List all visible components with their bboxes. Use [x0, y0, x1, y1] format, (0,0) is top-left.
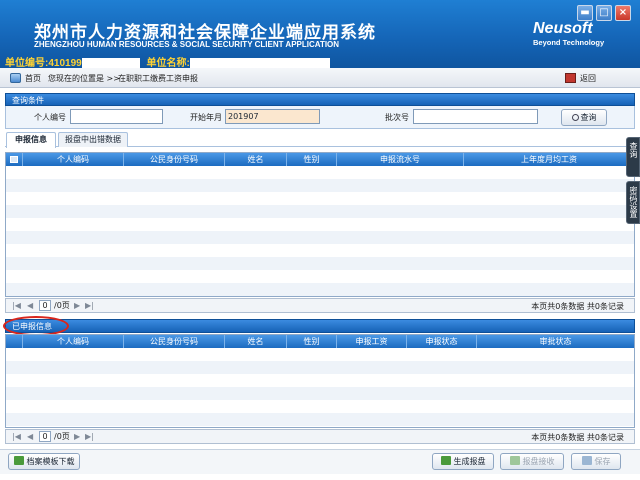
app-header: 郑州市人力资源和社会保障企业端应用系统 ZHENGZHOU HUMAN RESO…: [0, 0, 640, 69]
back-link[interactable]: 返回: [580, 73, 596, 84]
column-header[interactable]: 审批状态: [477, 335, 634, 348]
receive-icon: [509, 456, 520, 465]
column-header[interactable]: 公民身份号码: [124, 153, 225, 166]
home-link[interactable]: 首页: [25, 73, 41, 84]
generate-icon: [440, 456, 451, 465]
start-month-input[interactable]: 201907: [225, 109, 320, 124]
submitted-grid-header: 个人编码 公民身份号码 姓名 性别 申报工资 申报状态 审批状态: [6, 335, 634, 348]
select-all-column[interactable]: [6, 335, 23, 348]
save-button[interactable]: 保存: [571, 453, 621, 470]
person-id-input[interactable]: [70, 109, 163, 124]
table-row: [6, 205, 634, 218]
generate-disk-button[interactable]: 生成报盘: [432, 453, 494, 470]
side-tab-query-label: 查询: [629, 142, 638, 158]
next-page-icon[interactable]: ▶: [74, 301, 80, 311]
person-id-label: 个人编号: [34, 113, 66, 122]
first-page-icon[interactable]: |◀: [12, 301, 21, 311]
column-header[interactable]: 申报工资: [337, 335, 407, 348]
declare-grid: 个人编码 公民身份号码 姓名 性别 申报流水号 上年度月均工资: [5, 152, 635, 297]
next-page-icon[interactable]: ▶: [74, 432, 80, 442]
tab-bar: 申报信息 报盘中出错数据: [5, 131, 635, 148]
side-tab-password-label: 密码设置: [629, 186, 638, 218]
column-header[interactable]: 个人编码: [23, 153, 124, 166]
last-page-icon[interactable]: ▶|: [85, 301, 94, 311]
template-download-button[interactable]: 档案模板下载: [8, 453, 80, 470]
column-header[interactable]: 性别: [287, 335, 337, 348]
search-button[interactable]: 查询: [561, 109, 607, 126]
prev-page-icon[interactable]: ◀: [27, 301, 33, 311]
unit-info: 单位编号:410199 单位名称:: [5, 54, 330, 69]
column-header[interactable]: 申报流水号: [337, 153, 464, 166]
pager-summary: 本页共0条数据 共0条记录: [531, 302, 624, 311]
side-tab-password[interactable]: 密码设置: [626, 181, 640, 224]
declare-grid-header: 个人编码 公民身份号码 姓名 性别 申报流水号 上年度月均工资: [6, 153, 634, 166]
minimize-button[interactable]: ▬: [577, 5, 593, 21]
table-row: [6, 166, 634, 179]
disk-receive-button[interactable]: 报盘接收: [500, 453, 564, 470]
table-row: [6, 361, 634, 374]
home-icon[interactable]: [10, 73, 21, 83]
current-location: 在职职工缴费工资申报: [118, 74, 198, 83]
close-button[interactable]: ×: [615, 5, 631, 21]
table-row: [6, 400, 634, 413]
query-section-header: 查询条件: [5, 93, 635, 106]
pager-summary: 本页共0条数据 共0条记录: [531, 433, 624, 442]
first-page-icon[interactable]: |◀: [12, 432, 21, 442]
template-download-label: 档案模板下载: [26, 457, 75, 466]
declare-pager: |◀ ◀ 0 /0页 ▶ ▶| 本页共0条数据 共0条记录: [5, 298, 635, 313]
batch-input[interactable]: [413, 109, 538, 124]
select-all-column[interactable]: [6, 153, 23, 166]
table-row: [6, 192, 634, 205]
highlight-ellipse: [3, 316, 69, 336]
table-row: [6, 283, 634, 296]
back-icon[interactable]: [565, 73, 576, 83]
column-header[interactable]: 姓名: [225, 153, 287, 166]
brand-logo: Neusoft: [533, 20, 593, 37]
column-header[interactable]: 性别: [287, 153, 337, 166]
submitted-section-header: 已申报信息: [5, 319, 635, 333]
column-header[interactable]: 申报状态: [407, 335, 477, 348]
submitted-grid: 个人编码 公民身份号码 姓名 性别 申报工资 申报状态 审批状态: [5, 334, 635, 428]
table-row: [6, 270, 634, 283]
app-subtitle: ZHENGZHOU HUMAN RESOURCES & SOCIAL SECUR…: [34, 40, 340, 49]
table-row: [6, 387, 634, 400]
download-icon: [13, 456, 24, 465]
batch-label: 批次号: [385, 113, 409, 122]
generate-disk-label: 生成报盘: [453, 457, 486, 466]
last-page-icon[interactable]: ▶|: [85, 432, 94, 442]
search-icon: [571, 114, 579, 121]
tab-declare-info[interactable]: 申报信息: [6, 132, 56, 148]
page-number-input[interactable]: 0: [39, 431, 51, 442]
table-row: [6, 231, 634, 244]
maximize-button[interactable]: □: [596, 5, 612, 21]
location-label: 您现在的位置是 >>: [48, 74, 120, 83]
submitted-pager: |◀ ◀ 0 /0页 ▶ ▶| 本页共0条数据 共0条记录: [5, 429, 635, 444]
breadcrumb: 首页 您现在的位置是 >> 在职职工缴费工资申报 返回: [0, 68, 640, 88]
table-row: [6, 348, 634, 361]
tab-disk-errors[interactable]: 报盘中出错数据: [58, 132, 128, 147]
table-row: [6, 244, 634, 257]
prev-page-icon[interactable]: ◀: [27, 432, 33, 442]
column-header[interactable]: 上年度月均工资: [464, 153, 634, 166]
table-row: [6, 218, 634, 231]
total-pages-label: /0页: [54, 432, 70, 441]
column-header[interactable]: 个人编码: [23, 335, 124, 348]
column-header[interactable]: 姓名: [225, 335, 287, 348]
total-pages-label: /0页: [54, 301, 70, 310]
page-number-input[interactable]: 0: [39, 300, 51, 311]
side-tab-query[interactable]: 查询: [626, 137, 640, 177]
start-month-label: 开始年月: [190, 113, 222, 122]
save-icon: [581, 456, 592, 465]
table-row: [6, 413, 634, 426]
table-row: [6, 374, 634, 387]
table-row: [6, 179, 634, 192]
search-button-label: 查询: [580, 113, 597, 122]
table-row: [6, 257, 634, 270]
column-header[interactable]: 公民身份号码: [124, 335, 225, 348]
disk-receive-label: 报盘接收: [522, 457, 555, 466]
brand-tagline: Beyond Technology: [533, 38, 605, 47]
save-label: 保存: [594, 457, 611, 466]
